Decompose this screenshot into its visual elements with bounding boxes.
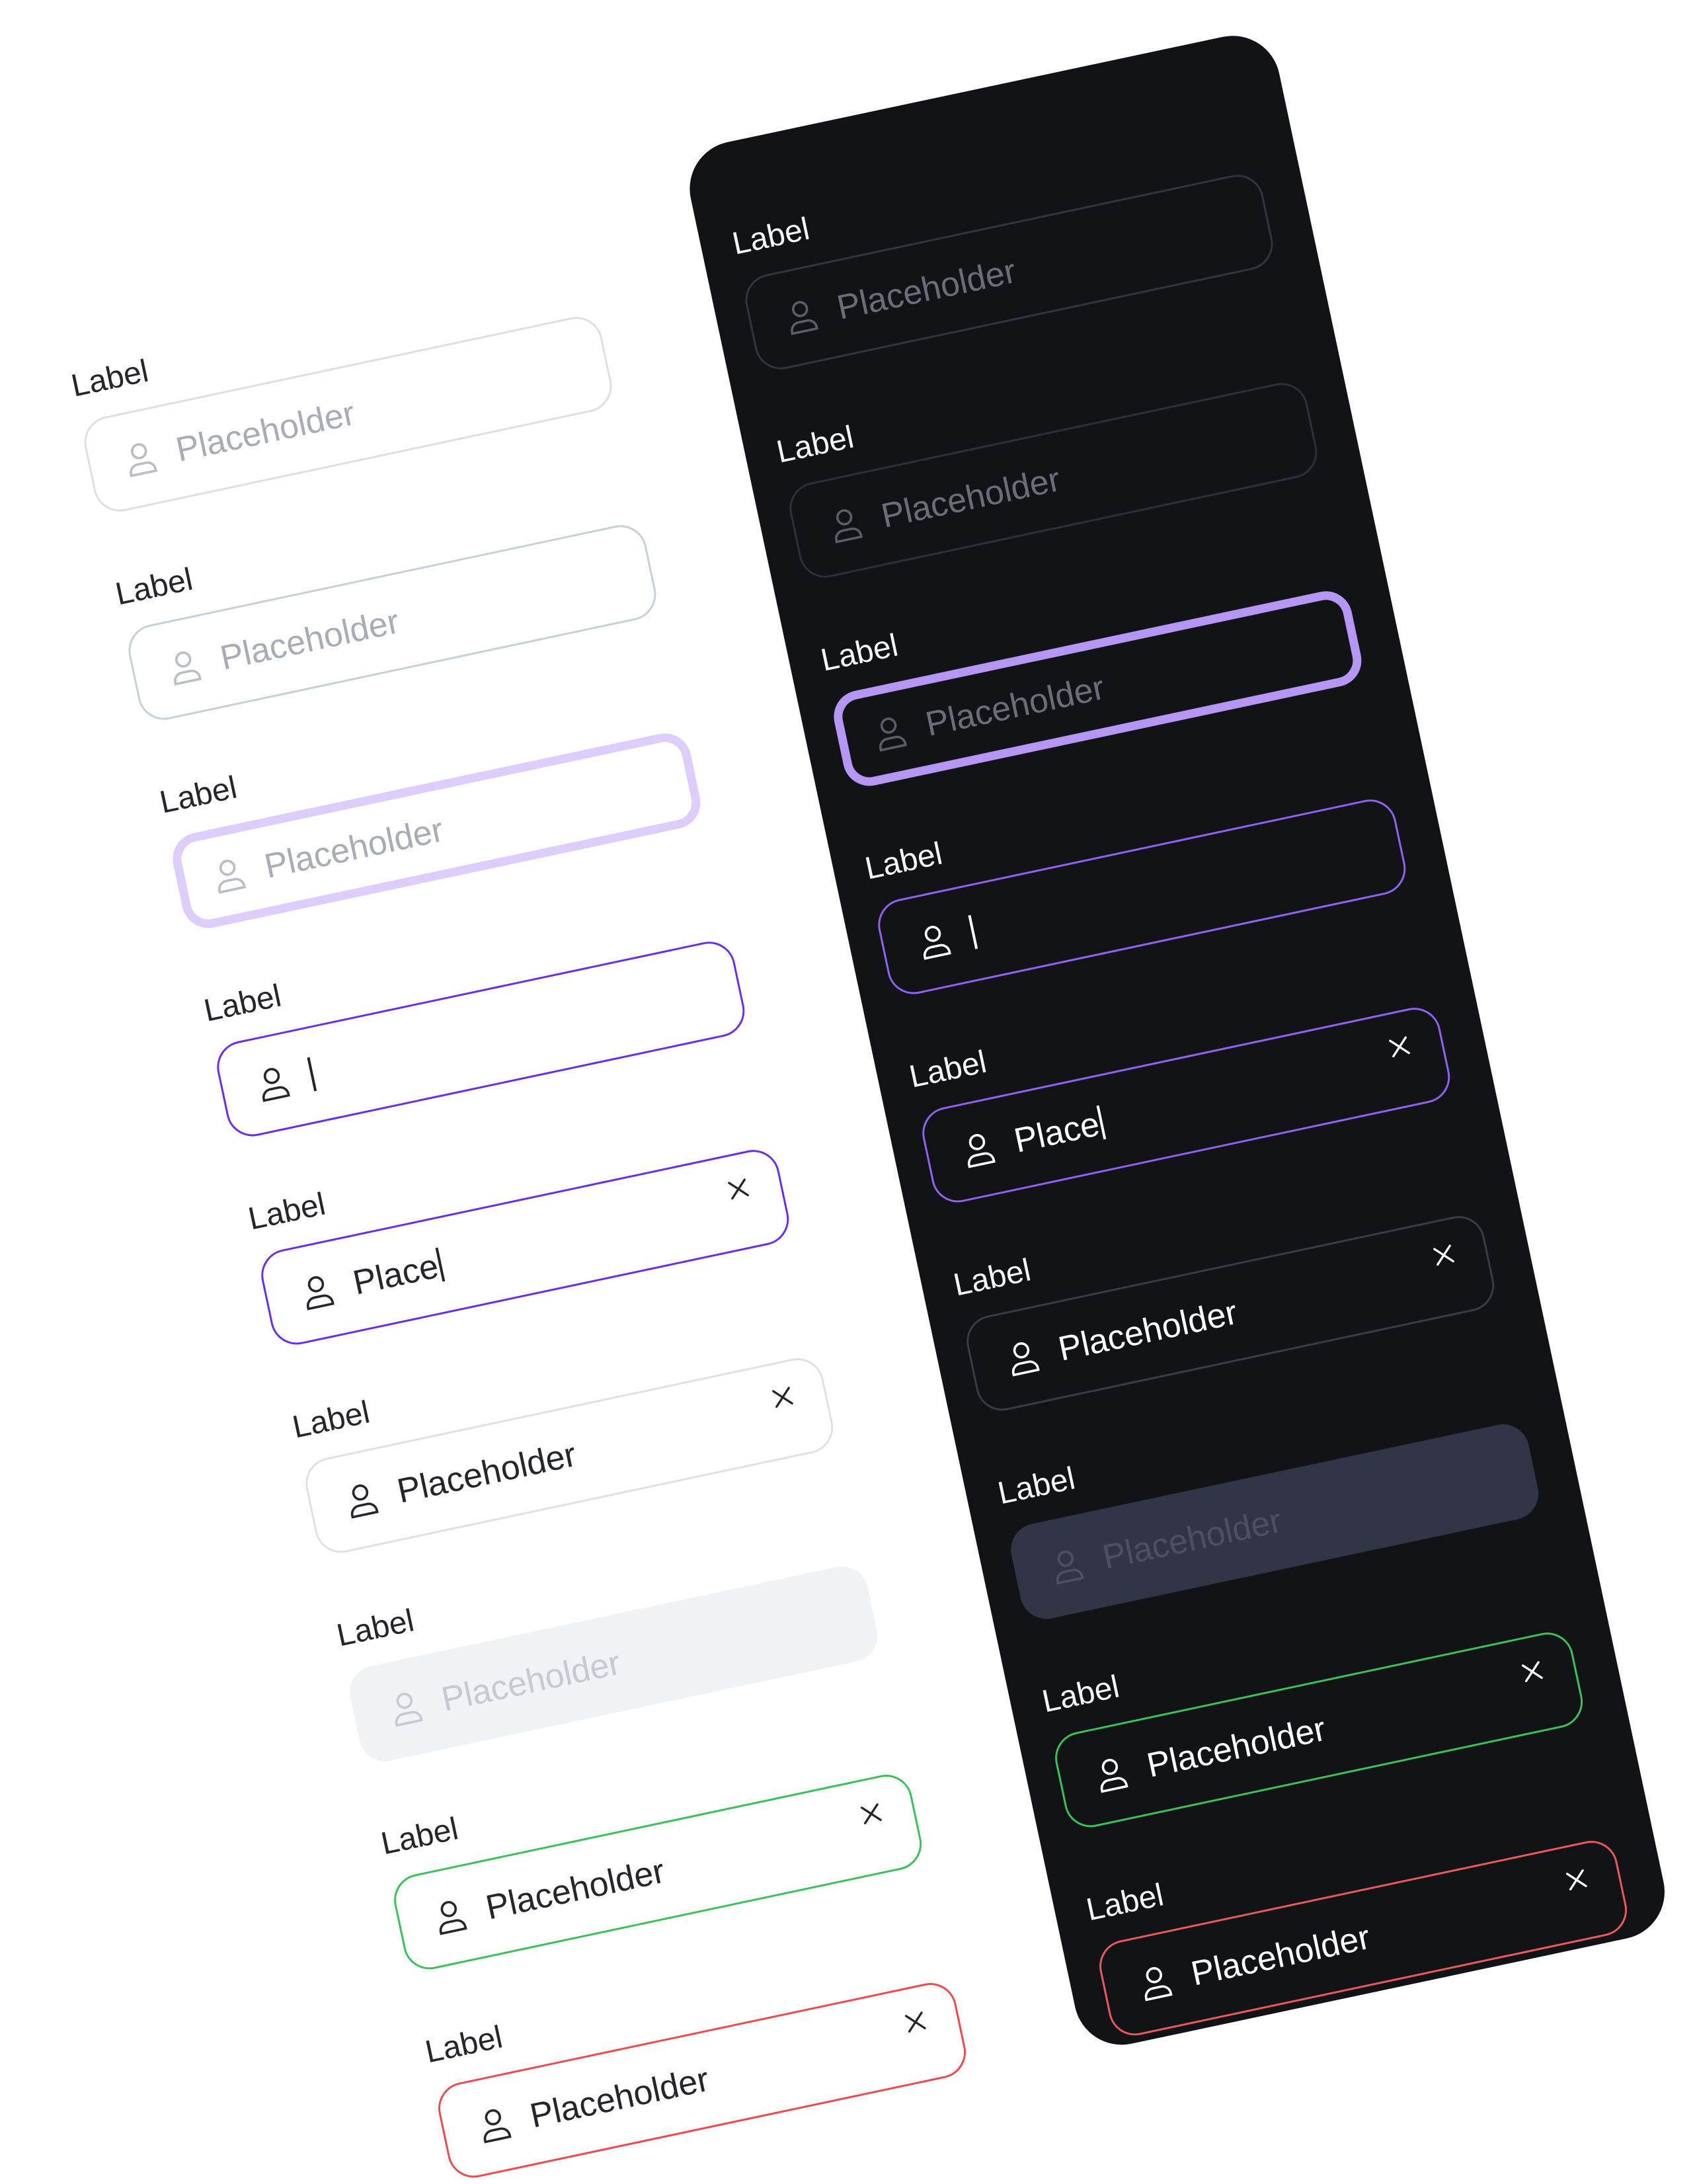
user-icon: [210, 855, 249, 895]
clear-button[interactable]: [1382, 1030, 1417, 1064]
input-placeholder: Placeholder: [217, 602, 403, 678]
user-icon: [959, 1129, 998, 1170]
input-placeholder: Placeholder: [173, 394, 358, 469]
field-label: Label: [201, 978, 284, 1029]
input-box[interactable]: [212, 936, 750, 1141]
input-placeholder: Placeholder: [438, 1643, 624, 1719]
input-value: Placeholder: [393, 1435, 580, 1511]
input-box[interactable]: Placeholder: [79, 311, 617, 517]
text-field-focus: Label Placeholder: [157, 676, 705, 934]
close-icon: [1433, 1244, 1454, 1266]
field-label: Label: [289, 1395, 373, 1445]
text-caret: [968, 914, 978, 950]
user-icon: [915, 921, 953, 961]
text-field-success: Label Placeholder: [378, 1717, 927, 1975]
close-icon: [1389, 1036, 1410, 1058]
text-field-filled: Label Placeholder: [290, 1300, 838, 1558]
input-placeholder: Placeholder: [834, 252, 1019, 327]
input-value: Placeholder: [1187, 1918, 1374, 1994]
input-placeholder: Placeholder: [1099, 1501, 1285, 1577]
user-icon: [1092, 1754, 1130, 1795]
text-field-typing-empty: Label: [201, 884, 750, 1143]
input-value: Placeholder: [1054, 1293, 1241, 1369]
close-icon: [904, 2011, 926, 2033]
field-label: Label: [112, 561, 196, 612]
text-field-disabled: Label Placeholder: [334, 1508, 883, 1767]
input-box[interactable]: Placeholder: [389, 1769, 927, 1974]
input-placeholder: Placeholder: [922, 668, 1108, 744]
clear-button[interactable]: [1427, 1238, 1461, 1272]
user-icon: [1048, 1546, 1086, 1586]
field-label: Label: [157, 770, 241, 821]
input-box[interactable]: Placeholder: [123, 520, 661, 725]
user-icon: [166, 647, 204, 687]
close-icon: [860, 1803, 882, 1825]
text-field-hover: Label Placeholder: [112, 467, 661, 726]
clear-button[interactable]: [898, 2005, 933, 2039]
close-icon: [772, 1387, 793, 1408]
input-placeholder: Placeholder: [261, 811, 447, 886]
text-field-error: Label Placeholder: [422, 1925, 971, 2183]
user-icon: [298, 1272, 336, 1312]
user-icon: [1136, 1962, 1175, 2002]
text-field-default: Label Placeholder: [68, 259, 617, 518]
user-icon: [475, 2104, 514, 2144]
user-icon: [254, 1063, 292, 1104]
field-label: Label: [422, 2019, 506, 2070]
user-icon: [871, 713, 910, 753]
close-icon: [1521, 1661, 1543, 1683]
input-placeholder: Placeholder: [878, 460, 1064, 536]
input-value: Placeholder: [1143, 1709, 1329, 1785]
input-value: Place: [1011, 1104, 1107, 1161]
user-icon: [122, 438, 160, 479]
input-box[interactable]: Placeholder: [300, 1353, 838, 1558]
user-icon: [387, 1688, 425, 1728]
clear-button[interactable]: [721, 1172, 756, 1206]
field-label: Label: [245, 1186, 329, 1237]
field-label: Label: [377, 1811, 461, 1862]
text-field-typing: Label Place: [245, 1092, 794, 1351]
input-box[interactable]: Placeholder: [167, 728, 705, 933]
input-value: Place: [350, 1246, 446, 1303]
field-label: Label: [68, 353, 152, 404]
input-value: [305, 1055, 317, 1095]
input-box: Placeholder: [344, 1561, 883, 1766]
field-label: Label: [333, 1603, 417, 1654]
input-box[interactable]: Place: [256, 1145, 794, 1350]
input-value: Placeholder: [482, 1851, 668, 1927]
user-icon: [1004, 1338, 1042, 1378]
close-icon: [728, 1178, 749, 1200]
input-value: [966, 913, 978, 953]
clear-button[interactable]: [1559, 1863, 1594, 1897]
clear-button[interactable]: [854, 1797, 888, 1831]
clear-button[interactable]: [1515, 1654, 1550, 1689]
input-value: Placeholder: [526, 2060, 713, 2136]
user-icon: [827, 505, 865, 545]
user-icon: [783, 296, 821, 337]
text-caret: [307, 1057, 317, 1092]
user-icon: [431, 1896, 469, 1937]
clear-button[interactable]: [766, 1380, 800, 1414]
user-icon: [342, 1480, 381, 1520]
close-icon: [1565, 1869, 1587, 1891]
input-box[interactable]: Placeholder: [433, 1978, 971, 2183]
